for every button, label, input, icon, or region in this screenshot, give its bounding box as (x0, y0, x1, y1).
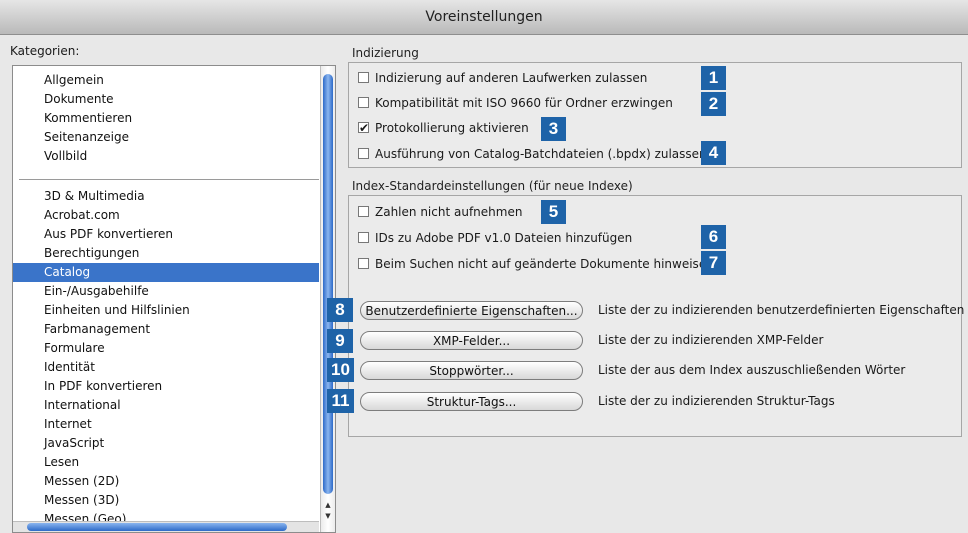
callout-badge-8: 8 (327, 298, 353, 322)
indexing-group-title: Indizierung (352, 46, 419, 60)
option-logging[interactable]: Protokollierung aktivieren (358, 119, 529, 137)
option-iso-9660[interactable]: Kompatibilität mit ISO 9660 für Ordner e… (358, 94, 673, 112)
category-item-messen-3d[interactable]: Messen (3D) (13, 491, 319, 510)
vertical-scroll-thumb[interactable] (323, 74, 333, 494)
category-item-farbmanagement[interactable]: Farbmanagement (13, 320, 319, 339)
option-no-changed-warning[interactable]: Beim Suchen nicht auf geänderte Dokument… (358, 255, 714, 273)
callout-badge-6: 6 (701, 225, 726, 249)
window-title: Voreinstellungen (0, 0, 968, 35)
category-item-in-pdf-konvertieren[interactable]: In PDF konvertieren (13, 377, 319, 396)
callout-badge-5: 5 (541, 200, 566, 224)
horizontal-scroll-thumb[interactable] (27, 523, 287, 531)
category-item-kommentieren[interactable]: Kommentieren (13, 109, 319, 128)
category-item-einheiten[interactable]: Einheiten und Hilfslinien (13, 301, 319, 320)
checkbox-no-changed-warning[interactable] (358, 258, 369, 269)
option-add-ids[interactable]: IDs zu Adobe PDF v1.0 Dateien hinzufügen (358, 229, 632, 247)
scroll-arrows-icon[interactable]: ▲ ▼ (321, 500, 335, 522)
category-divider (19, 179, 319, 180)
xmp-fields-description: Liste der zu indizierenden XMP-Felder (598, 333, 824, 347)
categories-label: Kategorien: (10, 44, 80, 58)
category-item-3d-multimedia[interactable]: 3D & Multimedia (13, 187, 319, 206)
stop-words-description: Liste der aus dem Index auszuschließende… (598, 363, 906, 377)
category-item-internet[interactable]: Internet (13, 415, 319, 434)
callout-badge-7: 7 (701, 251, 726, 275)
callout-badge-2: 2 (701, 92, 726, 116)
checkbox-logging[interactable] (358, 119, 369, 137)
category-item-berechtigungen[interactable]: Berechtigungen (13, 244, 319, 263)
category-item-identitaet[interactable]: Identität (13, 358, 319, 377)
callout-badge-9: 9 (327, 329, 353, 353)
category-list[interactable]: Allgemein Dokumente Kommentieren Seitena… (12, 65, 336, 533)
category-item-formulare[interactable]: Formulare (13, 339, 319, 358)
option-exclude-numbers[interactable]: Zahlen nicht aufnehmen (358, 203, 522, 221)
category-item-seitenanzeige[interactable]: Seitenanzeige (13, 128, 319, 147)
callout-badge-4: 4 (701, 141, 726, 165)
xmp-fields-button[interactable]: XMP-Felder... (360, 331, 583, 350)
option-batch-files[interactable]: Ausführung von Catalog-Batchdateien (.bp… (358, 145, 707, 163)
stop-words-button[interactable]: Stoppwörter... (360, 361, 583, 380)
category-item-javascript[interactable]: JavaScript (13, 434, 319, 453)
category-item-international[interactable]: International (13, 396, 319, 415)
custom-properties-description: Liste der zu indizierenden benutzerdefin… (598, 303, 965, 317)
custom-properties-button[interactable]: Benutzerdefinierte Eigenschaften... (360, 301, 583, 320)
category-item-acrobat-com[interactable]: Acrobat.com (13, 206, 319, 225)
category-item-ein-ausgabehilfe[interactable]: Ein-/Ausgabehilfe (13, 282, 319, 301)
checkbox-exclude-numbers[interactable] (358, 206, 369, 217)
category-item-catalog[interactable]: Catalog (13, 263, 319, 282)
checkbox-iso-9660[interactable] (358, 97, 369, 108)
callout-badge-11: 11 (327, 389, 354, 413)
category-horizontal-scrollbar[interactable] (13, 521, 319, 532)
category-item-vollbild[interactable]: Vollbild (13, 147, 319, 166)
structure-tags-button[interactable]: Struktur-Tags... (360, 392, 583, 411)
option-other-drives[interactable]: Indizierung auf anderen Laufwerken zulas… (358, 69, 647, 87)
structure-tags-description: Liste der zu indizierenden Struktur-Tags (598, 394, 835, 408)
category-item-aus-pdf-konvertieren[interactable]: Aus PDF konvertieren (13, 225, 319, 244)
checkbox-batch-files[interactable] (358, 148, 369, 159)
category-item-messen-2d[interactable]: Messen (2D) (13, 472, 319, 491)
index-defaults-group-title: Index-Standardeinstellungen (für neue In… (352, 179, 633, 193)
callout-badge-1: 1 (701, 66, 726, 90)
callout-badge-3: 3 (541, 117, 566, 141)
category-item-lesen[interactable]: Lesen (13, 453, 319, 472)
category-item-allgemein[interactable]: Allgemein (13, 71, 319, 90)
checkbox-other-drives[interactable] (358, 72, 369, 83)
category-item-dokumente[interactable]: Dokumente (13, 90, 319, 109)
callout-badge-10: 10 (327, 358, 354, 382)
checkbox-add-ids[interactable] (358, 232, 369, 243)
